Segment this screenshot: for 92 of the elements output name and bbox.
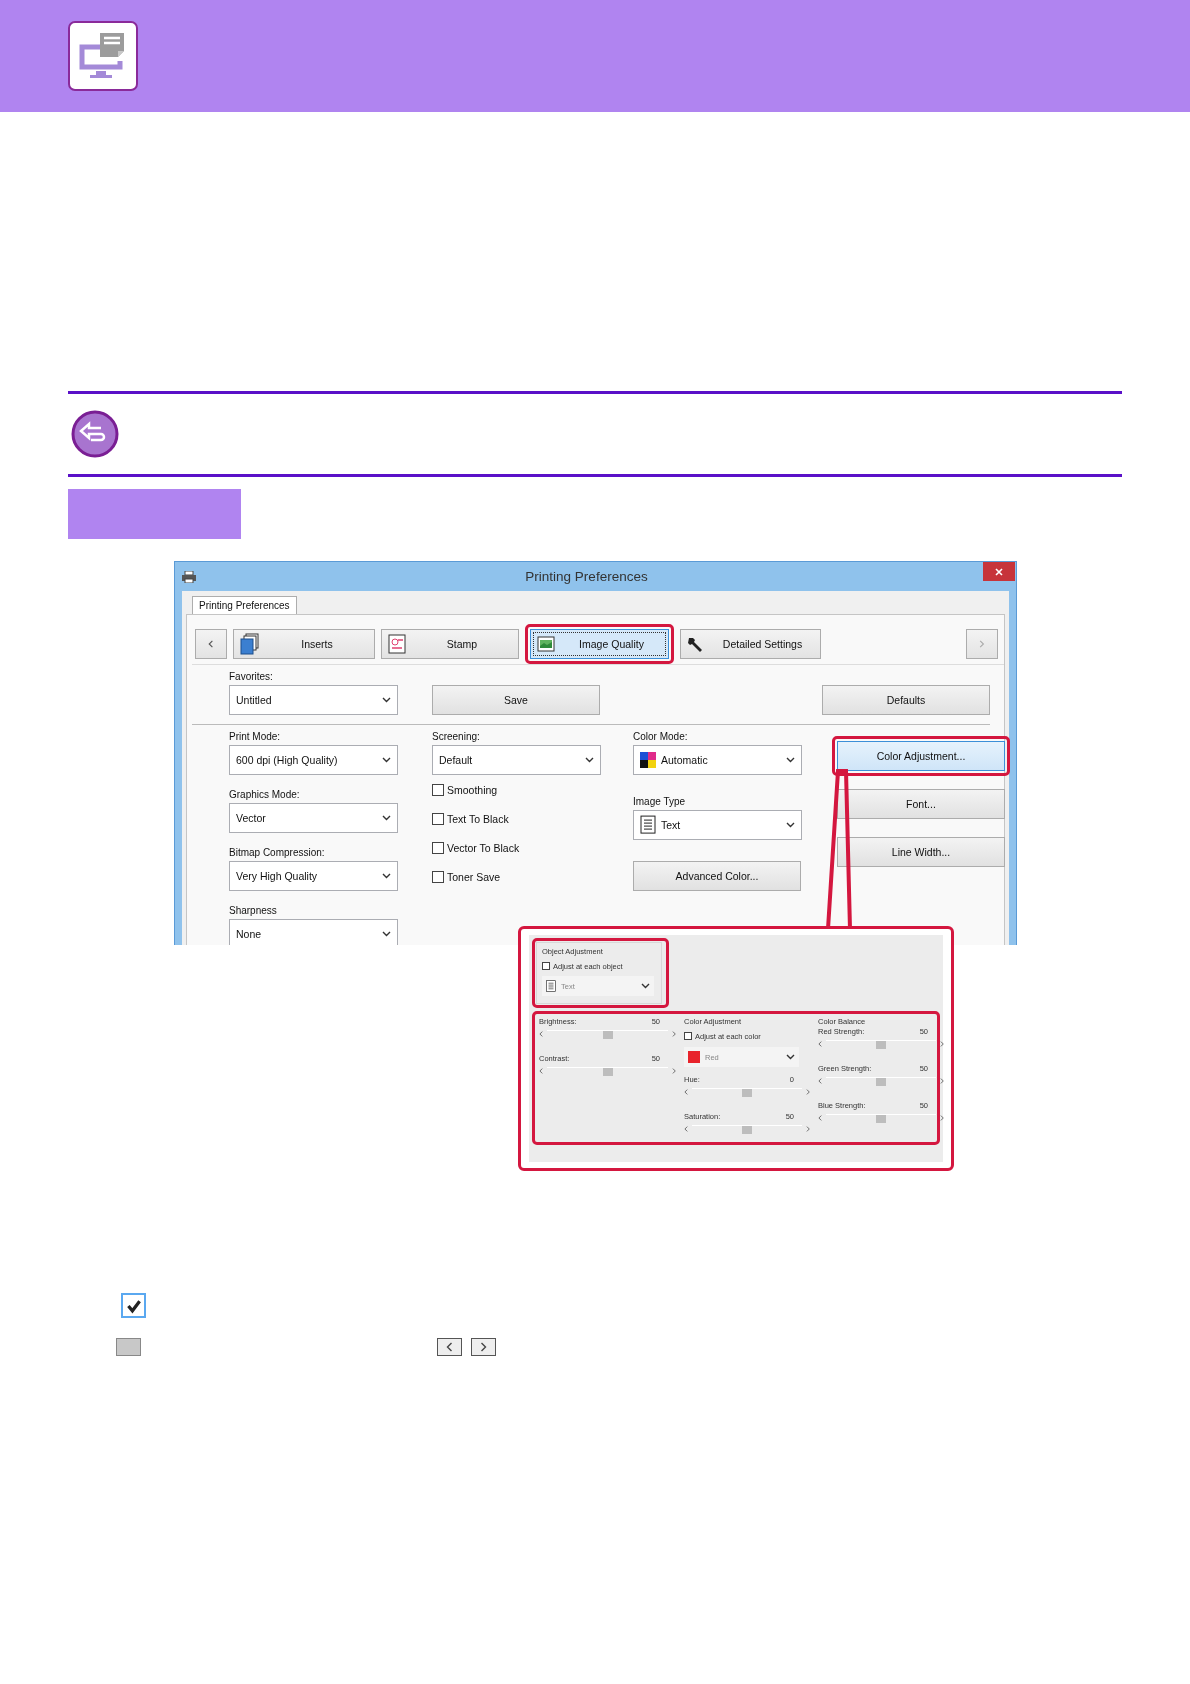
dialog-button[interactable]: Advanced Color... xyxy=(633,861,801,891)
checkbox[interactable] xyxy=(432,841,444,854)
dialog-button[interactable]: Font... xyxy=(837,789,1005,819)
chevron-right-icon xyxy=(671,1068,676,1074)
field-label: Favorites: xyxy=(229,671,274,684)
dropdown[interactable]: Default xyxy=(432,745,601,775)
slider-thumb[interactable] xyxy=(742,1126,752,1134)
window-title: Printing Preferences xyxy=(524,569,649,584)
slider-thumb[interactable] xyxy=(742,1089,752,1097)
chevron-left-icon xyxy=(446,1342,453,1352)
slider-thumb-icon xyxy=(116,1338,141,1356)
slider[interactable] xyxy=(692,1088,802,1096)
toolbar-tab[interactable]: Inserts xyxy=(233,628,375,659)
printer-icon xyxy=(182,570,196,583)
slider[interactable] xyxy=(826,1040,936,1048)
slider[interactable] xyxy=(547,1030,668,1038)
slider[interactable] xyxy=(547,1067,668,1075)
caret-icon xyxy=(585,757,594,763)
save-button[interactable]: Save xyxy=(432,685,600,715)
caret-icon xyxy=(641,983,650,989)
dropdown[interactable]: Automatic xyxy=(633,745,802,775)
chevron-right-icon xyxy=(805,1126,810,1132)
caret-icon xyxy=(786,1054,795,1060)
checkbox-label: Smoothing xyxy=(447,783,498,796)
tab[interactable]: Printing Preferences xyxy=(192,596,297,614)
checkbox[interactable] xyxy=(432,870,444,883)
toolbar-tab[interactable]: Detailed Settings xyxy=(680,628,821,659)
scroll-left-button[interactable] xyxy=(195,628,227,659)
caret-icon xyxy=(382,757,391,763)
dropdown[interactable]: 600 dpi (High Quality) xyxy=(229,745,398,775)
chevron-left-icon xyxy=(818,1078,823,1084)
color-squares-icon xyxy=(640,752,656,768)
checkbox[interactable] xyxy=(542,962,550,970)
field-label: Image Type xyxy=(633,796,687,809)
caret-icon xyxy=(786,757,795,763)
field-label: Print Mode: xyxy=(229,731,282,744)
dropdown[interactable]: None xyxy=(229,919,398,945)
dialog-button[interactable]: Line Width... xyxy=(837,837,1005,867)
chevron-right-icon xyxy=(671,1031,676,1037)
image-icon xyxy=(537,635,555,652)
slider[interactable] xyxy=(826,1114,936,1122)
checkbox[interactable] xyxy=(432,783,444,796)
slider-thumb[interactable] xyxy=(876,1115,886,1123)
dropdown[interactable]: Untitled xyxy=(229,685,398,715)
checkbox-label: Text To Black xyxy=(447,812,509,825)
chevron-left-icon xyxy=(539,1031,544,1037)
checkbox[interactable] xyxy=(432,812,444,825)
document-icon xyxy=(546,980,556,992)
slider-thumb[interactable] xyxy=(876,1041,886,1049)
slider[interactable] xyxy=(692,1125,802,1133)
defaults-button[interactable]: Defaults xyxy=(822,685,990,715)
close-icon xyxy=(995,567,1003,576)
scroll-right-button[interactable] xyxy=(966,628,998,659)
chevron-left-icon xyxy=(684,1126,689,1132)
field-label: Screening: xyxy=(432,731,481,744)
dropdown[interactable]: Very High Quality xyxy=(229,861,398,891)
caret-icon xyxy=(382,697,391,703)
document-icon xyxy=(640,815,656,835)
field-label: Bitmap Compression: xyxy=(229,847,326,860)
dropdown[interactable]: Vector xyxy=(229,803,398,833)
chevron-right-icon xyxy=(979,639,985,648)
field-label: Color Mode: xyxy=(633,731,689,744)
chevron-left-icon xyxy=(818,1041,823,1047)
close-button[interactable] xyxy=(983,562,1015,581)
chevron-left-icon xyxy=(684,1089,689,1095)
dialog-button[interactable]: Color Adjustment... xyxy=(837,741,1005,771)
chevron-right-icon xyxy=(480,1342,487,1352)
chevron-right-icon xyxy=(939,1115,944,1121)
caret-icon xyxy=(382,931,391,937)
toolbar-tab[interactable]: Image Quality xyxy=(530,628,669,659)
checkbox[interactable] xyxy=(684,1032,692,1040)
caret-icon xyxy=(786,822,795,828)
caret-icon xyxy=(382,815,391,821)
slider-thumb[interactable] xyxy=(602,1031,613,1039)
caret-icon xyxy=(382,873,391,879)
field-label: Graphics Mode: xyxy=(229,789,301,802)
slider-thumb[interactable] xyxy=(602,1068,613,1076)
chevron-right-icon xyxy=(805,1089,810,1095)
chevron-left-icon xyxy=(539,1068,544,1074)
dropdown[interactable]: Text xyxy=(633,810,802,840)
chevron-left-icon xyxy=(208,639,214,648)
chevron-right-icon xyxy=(939,1078,944,1084)
chevron-right-icon xyxy=(939,1041,944,1047)
stamp-document-icon xyxy=(388,633,406,654)
chevron-left-icon xyxy=(818,1115,823,1121)
copies-icon xyxy=(240,632,260,655)
checkbox-label: Vector To Black xyxy=(447,841,520,854)
slider-thumb[interactable] xyxy=(876,1078,886,1086)
toolbar-tab[interactable]: Stamp xyxy=(381,628,519,659)
field-label: Sharpness xyxy=(229,905,278,918)
slider[interactable] xyxy=(826,1077,936,1085)
checkbox-label: Toner Save xyxy=(447,870,501,883)
